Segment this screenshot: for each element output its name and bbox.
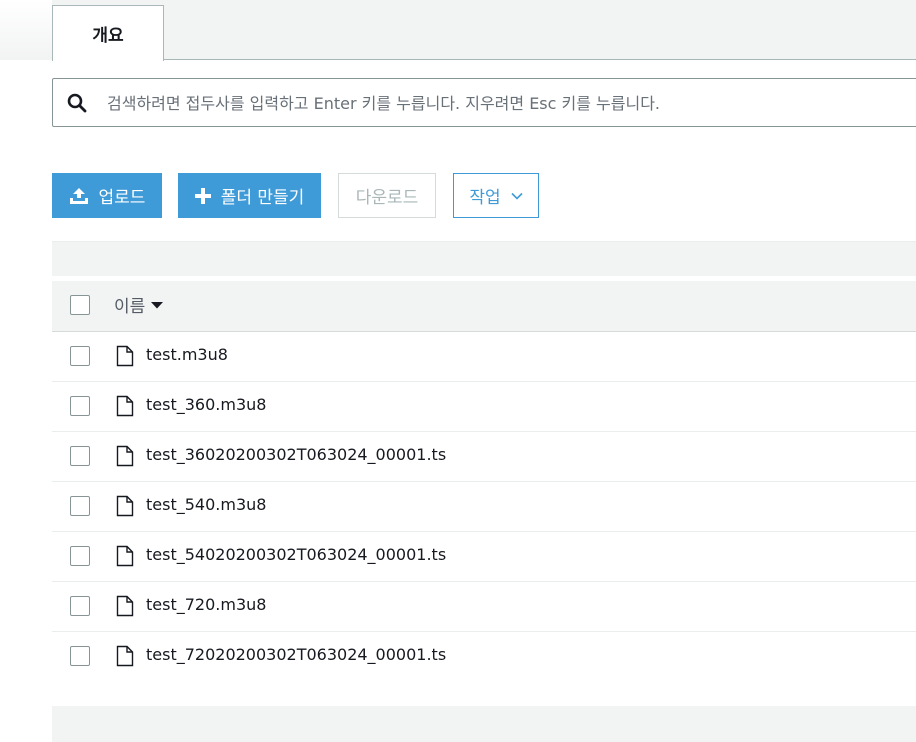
name-column-label: 이름 bbox=[114, 297, 146, 317]
row-checkbox[interactable] bbox=[70, 646, 90, 666]
table-row[interactable]: test.m3u8 bbox=[52, 332, 916, 382]
tab-bar-corner bbox=[0, 0, 52, 60]
file-icon bbox=[116, 395, 134, 417]
tab-overview[interactable]: 개요 bbox=[52, 5, 164, 61]
file-icon bbox=[116, 345, 134, 367]
file-name-link[interactable]: test_36020200302T063024_00001.ts bbox=[146, 445, 446, 464]
table-toolbar-strip bbox=[52, 241, 916, 276]
table-row[interactable]: test_36020200302T063024_00001.ts bbox=[52, 432, 916, 482]
chevron-down-icon bbox=[511, 192, 523, 200]
file-icon bbox=[116, 595, 134, 617]
search-icon bbox=[67, 93, 87, 113]
upload-icon bbox=[69, 186, 89, 206]
select-all-checkbox[interactable] bbox=[70, 295, 90, 315]
file-icon bbox=[116, 645, 134, 667]
file-name-link[interactable]: test_360.m3u8 bbox=[146, 395, 266, 414]
actions-dropdown-label: 작업 bbox=[469, 188, 501, 208]
table-row[interactable]: test_360.m3u8 bbox=[52, 382, 916, 432]
table-header: 이름 bbox=[52, 281, 916, 332]
row-checkbox[interactable] bbox=[70, 496, 90, 516]
row-checkbox[interactable] bbox=[70, 396, 90, 416]
search-input[interactable] bbox=[107, 89, 907, 117]
file-icon bbox=[116, 545, 134, 567]
actions-dropdown[interactable]: 작업 bbox=[453, 173, 539, 218]
file-icon bbox=[116, 445, 134, 467]
s3-bucket-overview: 개요 업로드 폴더 만들기 다운로드 작업 bbox=[0, 0, 916, 742]
table-row[interactable]: test_720.m3u8 bbox=[52, 582, 916, 632]
table-row[interactable]: test_540.m3u8 bbox=[52, 482, 916, 532]
create-folder-button[interactable]: 폴더 만들기 bbox=[178, 173, 321, 218]
file-name-link[interactable]: test_720.m3u8 bbox=[146, 595, 266, 614]
file-name-link[interactable]: test.m3u8 bbox=[146, 345, 228, 364]
row-checkbox[interactable] bbox=[70, 546, 90, 566]
file-icon bbox=[116, 495, 134, 517]
name-column-header[interactable]: 이름 bbox=[114, 292, 164, 317]
upload-button-label: 업로드 bbox=[98, 188, 146, 208]
create-folder-button-label: 폴더 만들기 bbox=[220, 188, 305, 208]
file-name-link[interactable]: test_72020200302T063024_00001.ts bbox=[146, 645, 446, 664]
caret-down-icon bbox=[151, 301, 164, 309]
download-button-label: 다운로드 bbox=[355, 188, 419, 208]
file-name-link[interactable]: test_540.m3u8 bbox=[146, 495, 266, 514]
row-checkbox[interactable] bbox=[70, 596, 90, 616]
table-row[interactable]: test_54020200302T063024_00001.ts bbox=[52, 532, 916, 582]
table-footer bbox=[52, 706, 916, 742]
search-box[interactable] bbox=[52, 78, 916, 127]
plus-icon bbox=[194, 187, 211, 204]
tab-bar: 개요 bbox=[0, 0, 916, 61]
row-checkbox[interactable] bbox=[70, 446, 90, 466]
download-button[interactable]: 다운로드 bbox=[338, 173, 436, 218]
table-row[interactable]: test_72020200302T063024_00001.ts bbox=[52, 632, 916, 682]
row-checkbox[interactable] bbox=[70, 346, 90, 366]
upload-button[interactable]: 업로드 bbox=[52, 173, 162, 218]
file-name-link[interactable]: test_54020200302T063024_00001.ts bbox=[146, 545, 446, 564]
